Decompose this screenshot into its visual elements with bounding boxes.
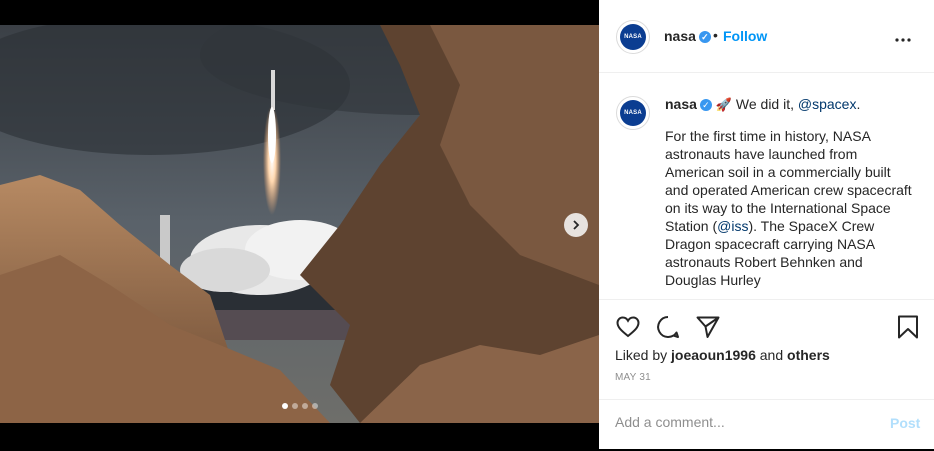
- post-header: NASA nasa ✓ • Follow: [599, 0, 934, 73]
- caption-area: NASA nasa ✓ 🚀 We did it, @spacex. For the…: [599, 73, 934, 299]
- post-side-panel: NASA nasa ✓ • Follow NASA nasa ✓ 🚀 We did …: [599, 0, 934, 449]
- post-photo[interactable]: [0, 25, 599, 423]
- avatar[interactable]: NASA: [616, 20, 650, 54]
- more-horizontal-icon: [895, 38, 911, 42]
- post-media: [0, 0, 599, 449]
- carousel-dot: [291, 403, 298, 409]
- follow-button[interactable]: Follow: [723, 28, 767, 44]
- comment-input[interactable]: [615, 414, 865, 430]
- rocket-launch-photo: [0, 25, 599, 423]
- caption-avatar[interactable]: NASA: [616, 96, 650, 130]
- username[interactable]: nasa ✓: [664, 28, 711, 44]
- likes-middle: and: [755, 347, 788, 363]
- carousel-dot: [301, 403, 308, 409]
- likes-prefix: Liked by: [615, 347, 672, 363]
- nasa-logo: NASA: [620, 100, 646, 126]
- bookmark-icon[interactable]: [895, 314, 921, 340]
- verified-badge-icon: ✓: [698, 31, 711, 44]
- comment-icon[interactable]: [655, 314, 681, 340]
- caption-headline-end: .: [856, 96, 861, 112]
- likes-others-link[interactable]: others: [787, 347, 830, 363]
- carousel-dot: [281, 403, 288, 409]
- carousel-next-button[interactable]: [564, 213, 588, 237]
- heart-icon[interactable]: [615, 314, 641, 340]
- caption-body: For the first time in history, NASA astr…: [665, 127, 915, 289]
- header-separator: •: [713, 27, 718, 43]
- caption-text: nasa ✓ 🚀 We did it, @spacex. For the firs…: [665, 95, 915, 299]
- post-date[interactable]: MAY 31: [615, 372, 651, 383]
- post-comment-button[interactable]: Post: [890, 415, 920, 431]
- username-text[interactable]: nasa: [664, 28, 696, 44]
- mention-link[interactable]: @iss: [717, 218, 748, 234]
- post-actions: Liked by joeaoun1996 and others MAY 31 P…: [599, 299, 934, 450]
- caption-username[interactable]: nasa: [665, 96, 697, 112]
- mention-link[interactable]: @spacex: [798, 96, 857, 112]
- carousel-dot: [311, 403, 318, 409]
- verified-badge-icon: ✓: [699, 99, 712, 112]
- likes-summary: Liked by joeaoun1996 and others: [615, 347, 830, 363]
- caption-headline-text: We did it,: [735, 96, 798, 112]
- share-icon[interactable]: [695, 314, 721, 340]
- liked-by-user[interactable]: joeaoun1996: [671, 347, 756, 363]
- chevron-right-icon: [573, 220, 580, 230]
- carousel-indicator: [0, 403, 599, 409]
- rocket-icon: 🚀: [715, 97, 732, 112]
- comment-box: Post: [599, 399, 934, 451]
- nasa-logo: NASA: [620, 24, 646, 50]
- more-options-button[interactable]: [895, 26, 911, 47]
- caption-headline: nasa ✓ 🚀 We did it, @spacex.: [665, 95, 915, 114]
